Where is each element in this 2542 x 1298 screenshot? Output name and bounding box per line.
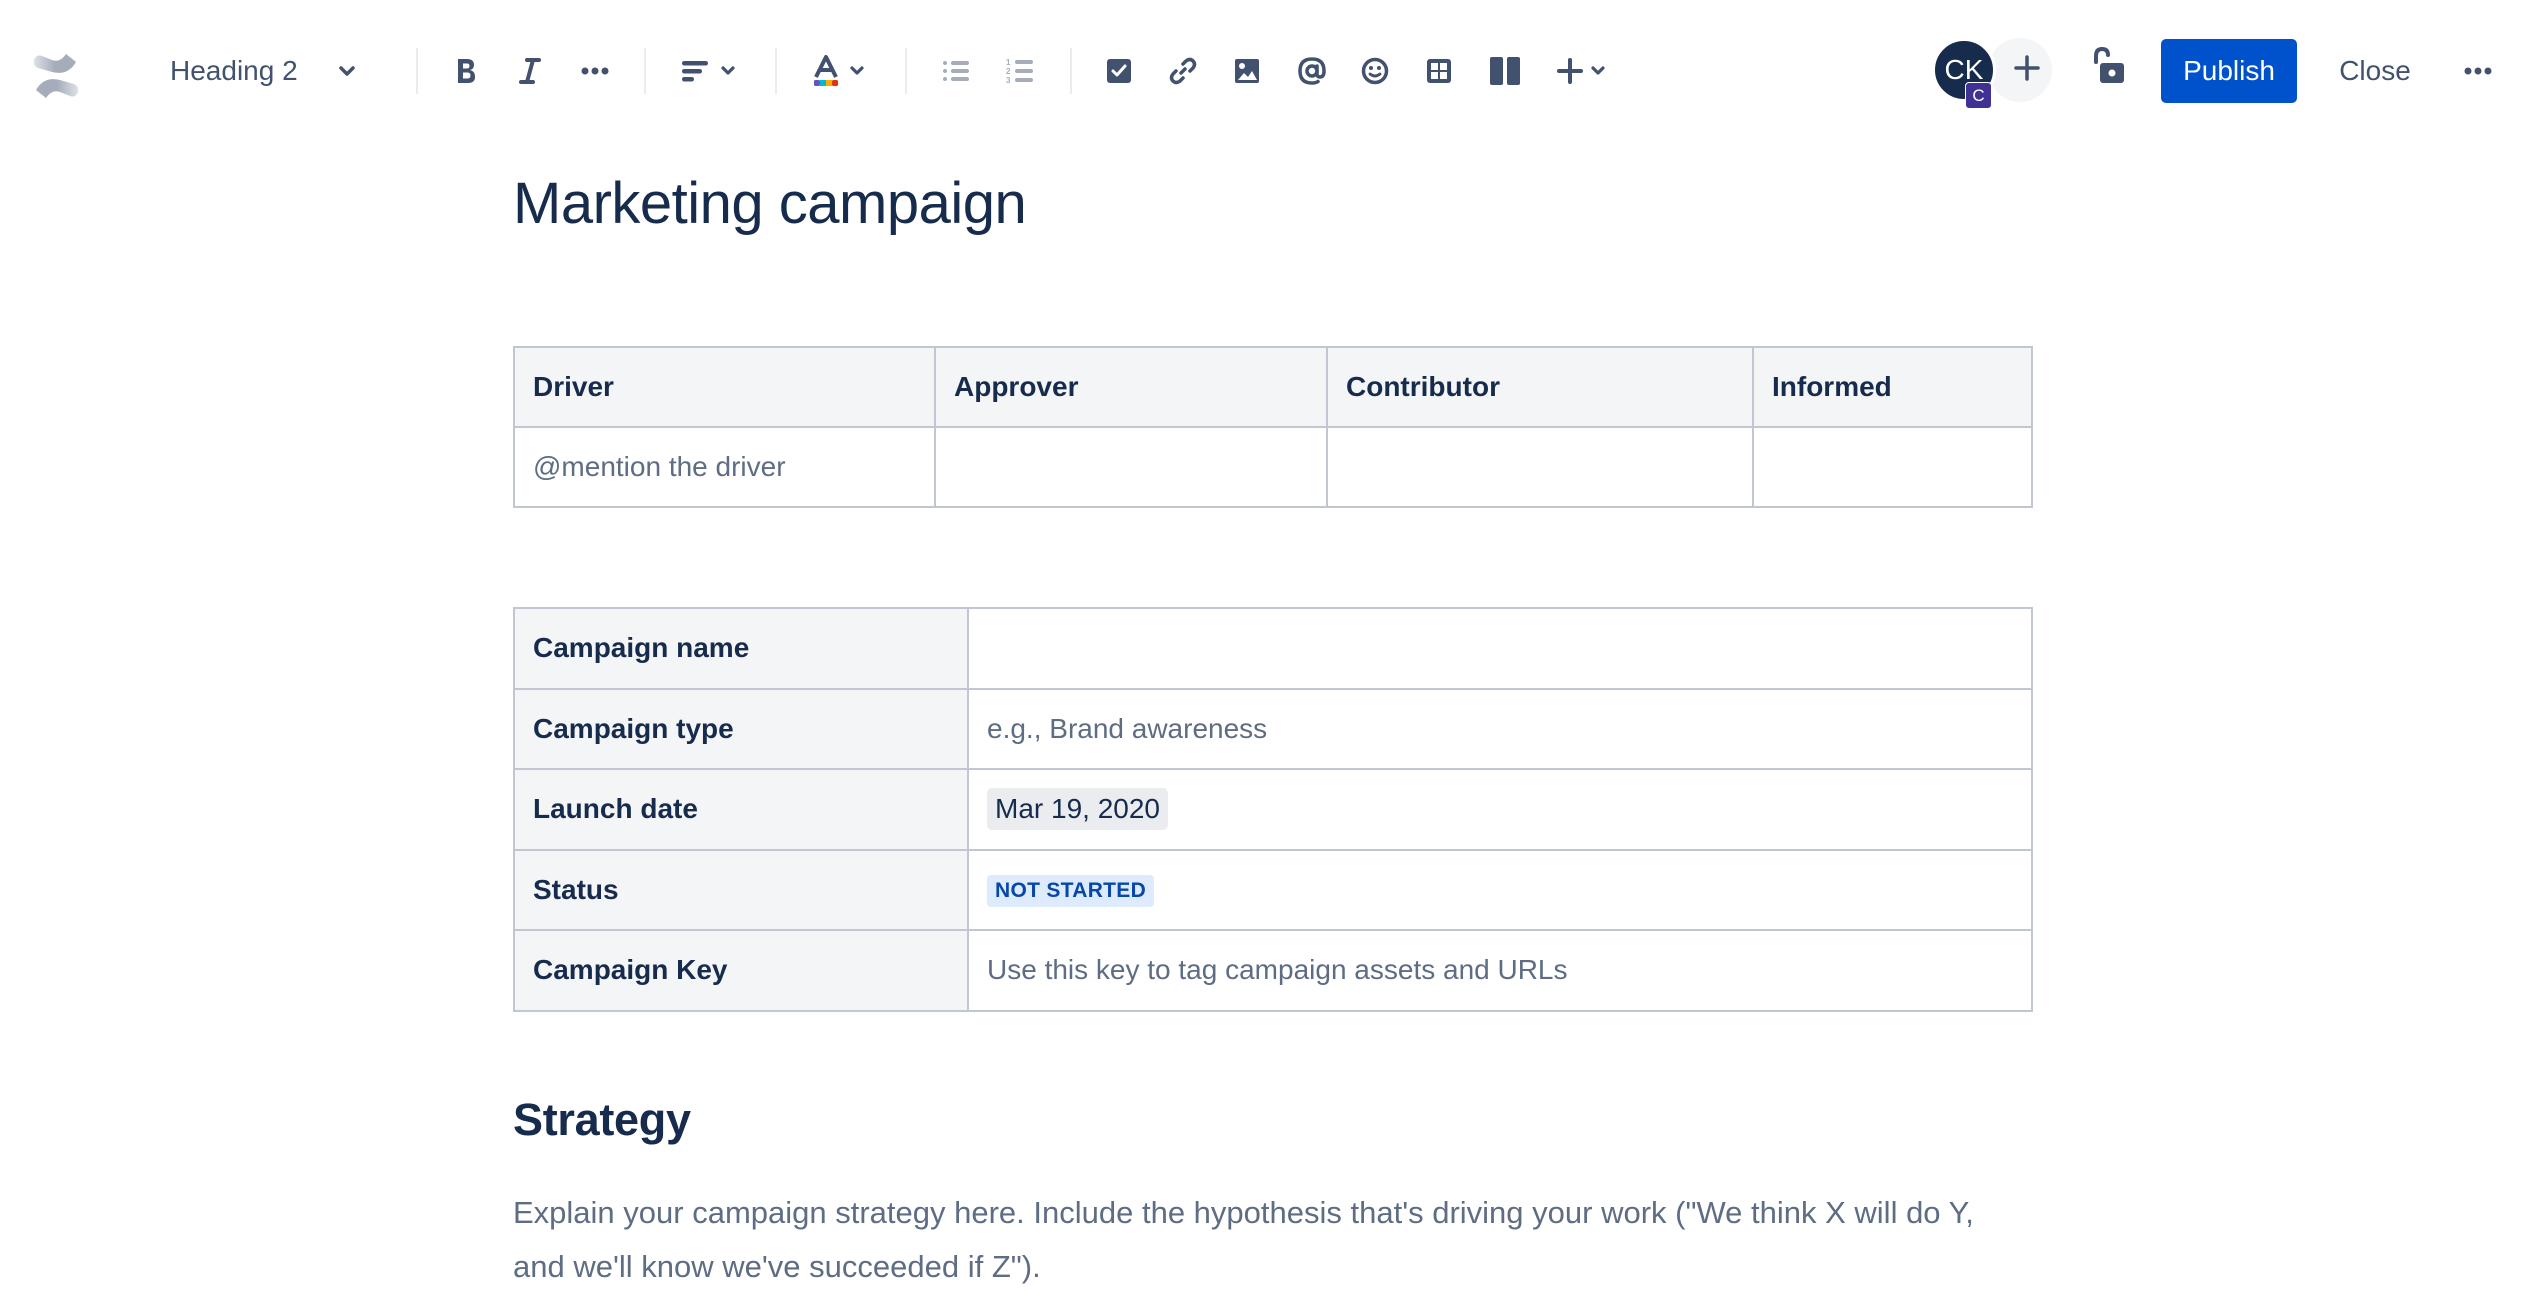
image-icon (1234, 58, 1260, 84)
link-button[interactable] (1164, 50, 1202, 92)
plus-icon (2014, 54, 2040, 86)
strategy-paragraph[interactable]: Explain your campaign strategy here. Inc… (513, 1186, 2033, 1294)
italic-icon (518, 57, 542, 85)
table-row: @mention the driver (513, 426, 2033, 508)
launch-date-chip[interactable]: Mar 19, 2020 (987, 788, 1168, 831)
status-label[interactable]: Status (513, 848, 969, 931)
avatar-badge-letter: C (1972, 85, 1985, 105)
toolbar-divider (416, 48, 418, 94)
bold-icon (454, 57, 478, 85)
image-button[interactable] (1228, 50, 1266, 92)
text-style-dropdown[interactable]: Heading 2 (170, 48, 358, 94)
text-color-icon (812, 55, 840, 87)
chevron-down-icon (719, 62, 737, 80)
toolbar-divider (644, 48, 646, 94)
checkbox-icon (1106, 58, 1132, 84)
svg-text:1: 1 (1006, 58, 1011, 67)
more-actions-button[interactable] (2455, 50, 2501, 92)
invite-button[interactable] (1988, 38, 2052, 102)
mention-icon (1298, 57, 1326, 85)
table-row: Campaign name (513, 607, 2033, 690)
text-style-value: Heading 2 (170, 55, 298, 86)
strategy-heading[interactable]: Strategy (513, 1092, 691, 1148)
bullet-list-icon (942, 59, 970, 83)
link-icon (1169, 57, 1197, 85)
table-header-row: Driver Approver Contributor Informed (513, 346, 2033, 428)
chevron-down-icon (336, 60, 358, 82)
table-row: Campaign type e.g., Brand awareness (513, 687, 2033, 770)
bullet-list-button[interactable] (937, 50, 975, 92)
text-color-dropdown[interactable] (808, 50, 870, 92)
approver-cell[interactable] (934, 426, 1328, 508)
driver-cell[interactable]: @mention the driver (513, 426, 936, 508)
campaign-name-label[interactable]: Campaign name (513, 607, 969, 690)
table-row: Launch date Mar 19, 2020 (513, 768, 2033, 851)
publish-button[interactable]: Publish (2161, 39, 2297, 103)
restrictions-button[interactable] (2090, 46, 2130, 86)
layouts-button[interactable] (1485, 50, 1525, 92)
header-approver[interactable]: Approver (934, 346, 1328, 428)
campaign-details-table: Campaign name Campaign type e.g., Brand … (513, 607, 2033, 1012)
table-row: Status NOT STARTED (513, 848, 2033, 931)
chevron-down-icon (1589, 62, 1607, 80)
unlock-icon (2090, 46, 2130, 90)
italic-button[interactable] (510, 50, 550, 92)
more-horizontal-icon (581, 67, 609, 75)
more-formatting-button[interactable] (575, 50, 615, 92)
informed-cell[interactable] (1752, 426, 2033, 508)
confluence-logo[interactable] (30, 50, 82, 102)
avatar-badge: C (1965, 82, 1992, 109)
header-contributor[interactable]: Contributor (1326, 346, 1754, 428)
layout-icon (1489, 56, 1521, 86)
campaign-name-value[interactable] (967, 607, 2033, 690)
table-row: Campaign Key Use this key to tag campaig… (513, 929, 2033, 1012)
page-title[interactable]: Marketing campaign (513, 168, 1027, 240)
svg-text:2: 2 (1006, 67, 1011, 76)
table-button[interactable] (1420, 50, 1458, 92)
close-button[interactable]: Close (2325, 39, 2425, 103)
status-badge[interactable]: NOT STARTED (987, 875, 1155, 908)
launch-date-cell: Mar 19, 2020 (967, 768, 2033, 851)
emoji-icon (1361, 57, 1389, 85)
table-icon (1426, 58, 1452, 84)
campaign-key-label[interactable]: Campaign Key (513, 929, 969, 1012)
campaign-type-label[interactable]: Campaign type (513, 687, 969, 770)
status-cell: NOT STARTED (967, 848, 2033, 931)
svg-text:3: 3 (1006, 76, 1011, 84)
numbered-list-icon: 123 (1006, 58, 1034, 84)
insert-more-dropdown[interactable] (1550, 50, 1614, 92)
alignment-dropdown[interactable] (676, 50, 742, 92)
bold-button[interactable] (446, 50, 486, 92)
launch-date-label[interactable]: Launch date (513, 768, 969, 851)
chevron-down-icon (848, 62, 866, 80)
campaign-type-value[interactable]: e.g., Brand awareness (967, 687, 2033, 770)
mention-button[interactable] (1293, 50, 1331, 92)
toolbar-divider (1070, 48, 1072, 94)
emoji-button[interactable] (1356, 50, 1394, 92)
toolbar-divider (775, 48, 777, 94)
action-item-button[interactable] (1100, 50, 1138, 92)
roles-table: Driver Approver Contributor Informed @me… (513, 346, 2033, 508)
campaign-key-value[interactable]: Use this key to tag campaign assets and … (967, 929, 2033, 1012)
contributor-cell[interactable] (1326, 426, 1754, 508)
header-informed[interactable]: Informed (1752, 346, 2033, 428)
plus-icon (1557, 58, 1583, 84)
toolbar-divider (905, 48, 907, 94)
more-horizontal-icon (2464, 62, 2492, 80)
editor-toolbar: Heading 2 1 2 3 CK C Publish Close (0, 0, 2542, 140)
header-driver[interactable]: Driver (513, 346, 936, 428)
align-left-icon (681, 59, 711, 83)
numbered-list-button[interactable]: 123 (1001, 50, 1039, 92)
